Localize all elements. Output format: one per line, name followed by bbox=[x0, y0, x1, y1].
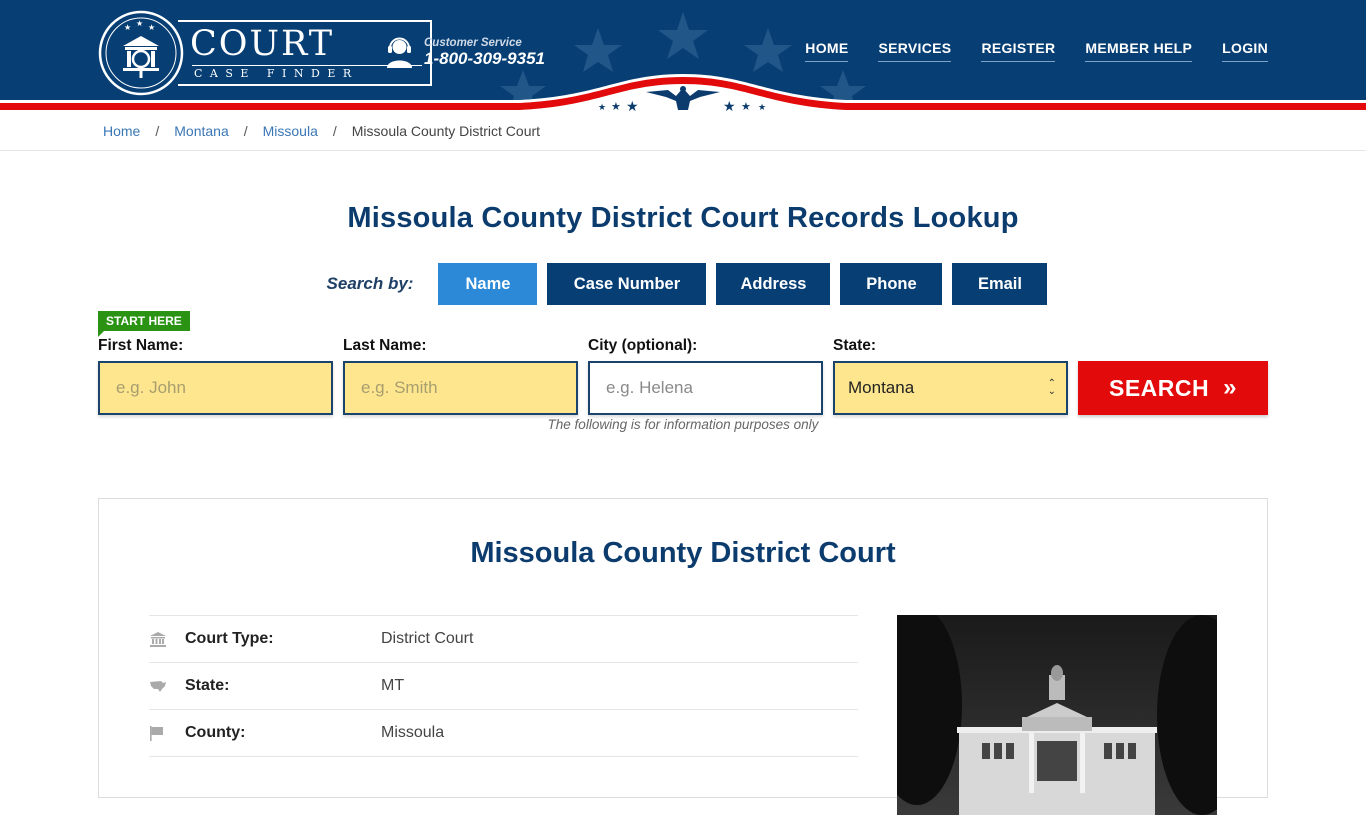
breadcrumb-state[interactable]: Montana bbox=[174, 123, 228, 139]
detail-value: District Court bbox=[381, 630, 474, 647]
courthouse-photo-image bbox=[897, 615, 1217, 815]
customer-service: Customer Service 1-800-309-9351 bbox=[386, 36, 545, 68]
nav-services[interactable]: SERVICES bbox=[878, 40, 952, 62]
flag-icon bbox=[149, 725, 185, 741]
site-logo[interactable]: ★ ★ ★ COURT CASE FINDER bbox=[98, 10, 432, 96]
detail-row-court-type: Court Type: District Court bbox=[149, 616, 858, 663]
breadcrumb-separator: / bbox=[243, 123, 248, 139]
detail-label: State: bbox=[185, 677, 230, 694]
svg-text:★: ★ bbox=[758, 103, 766, 112]
breadcrumb-separator: / bbox=[155, 123, 160, 139]
city-label: City (optional): bbox=[588, 337, 698, 354]
last-name-label: Last Name: bbox=[343, 337, 427, 354]
search-button[interactable]: SEARCH » bbox=[1078, 361, 1268, 415]
city-input[interactable]: e.g. Helena bbox=[588, 361, 823, 415]
tab-case-number[interactable]: Case Number bbox=[547, 263, 707, 305]
tab-name[interactable]: Name bbox=[438, 263, 538, 305]
detail-label: County: bbox=[185, 724, 246, 741]
detail-label: Court Type: bbox=[185, 630, 274, 647]
state-field-group: State: Montana ⌃ ⌄ bbox=[833, 337, 1068, 415]
start-here-badge: START HERE bbox=[98, 311, 190, 337]
customer-service-label: Customer Service bbox=[424, 37, 522, 49]
svg-text:★: ★ bbox=[148, 23, 155, 32]
svg-text:★: ★ bbox=[723, 99, 736, 112]
customer-service-phone[interactable]: 1-800-309-9351 bbox=[424, 50, 545, 68]
nav-login[interactable]: LOGIN bbox=[1222, 40, 1268, 62]
first-name-label: First Name: bbox=[98, 337, 184, 354]
detail-row-county: County: Missoula bbox=[149, 710, 858, 757]
detail-value: Missoula bbox=[381, 724, 445, 741]
courthouse-icon bbox=[149, 631, 185, 647]
last-name-field-group: Last Name: e.g. Smith bbox=[343, 337, 578, 415]
headset-agent-icon bbox=[387, 37, 412, 68]
usa-map-icon bbox=[149, 680, 185, 692]
court-details-list: Court Type: District Court State: MT Cou… bbox=[149, 615, 858, 757]
courthouse-photo bbox=[897, 615, 1217, 815]
detail-value: MT bbox=[381, 677, 405, 694]
detail-row-state: State: MT bbox=[149, 663, 858, 710]
svg-text:★: ★ bbox=[598, 103, 606, 112]
site-header: ★ ★ ★ ★ ★ ★ ★ ★ ★ COURT CASE FINDER Cust… bbox=[0, 0, 1366, 112]
nav-register[interactable]: REGISTER bbox=[981, 40, 1056, 62]
svg-text:★: ★ bbox=[124, 23, 131, 32]
last-name-input[interactable]: e.g. Smith bbox=[343, 361, 578, 415]
breadcrumb: Home / Montana / Missoula / Missoula Cou… bbox=[0, 112, 1366, 151]
tab-address[interactable]: Address bbox=[716, 263, 831, 305]
logo-sub-text: CASE FINDER bbox=[194, 67, 359, 80]
breadcrumb-county[interactable]: Missoula bbox=[263, 123, 318, 139]
court-info-card: Missoula County District Court Court Typ… bbox=[98, 498, 1268, 815]
search-button-label: SEARCH bbox=[1109, 374, 1210, 401]
tab-email[interactable]: Email bbox=[952, 263, 1048, 305]
court-title: Missoula County District Court bbox=[470, 537, 896, 569]
svg-text:★: ★ bbox=[741, 100, 751, 112]
logo-main-text: COURT bbox=[190, 24, 335, 64]
tab-phone[interactable]: Phone bbox=[840, 263, 943, 305]
state-select[interactable]: Montana ⌃ ⌄ bbox=[833, 361, 1068, 415]
breadcrumb-home[interactable]: Home bbox=[103, 123, 140, 139]
nav-member-help[interactable]: MEMBER HELP bbox=[1085, 40, 1193, 62]
main-nav: HOME SERVICES REGISTER MEMBER HELP LOGIN bbox=[775, 40, 1268, 62]
page-title: Missoula County District Court Records L… bbox=[347, 202, 1019, 234]
breadcrumb-current: Missoula County District Court bbox=[351, 123, 541, 139]
search-type-tabs: Search by: Name Case Number Address Phon… bbox=[0, 263, 1366, 305]
nav-home[interactable]: HOME bbox=[805, 40, 849, 62]
svg-text:★: ★ bbox=[626, 99, 639, 112]
svg-text:★: ★ bbox=[611, 100, 621, 112]
select-arrows-icon: ⌃ ⌄ bbox=[1047, 378, 1056, 397]
double-chevron-right-icon: » bbox=[1223, 374, 1237, 401]
svg-text:★: ★ bbox=[136, 19, 143, 28]
state-label: State: bbox=[833, 337, 877, 354]
city-field-group: City (optional): e.g. Helena bbox=[588, 337, 823, 415]
search-form: START HERE First Name: e.g. John Last Na… bbox=[98, 311, 1268, 423]
state-select-value: Montana bbox=[848, 378, 915, 397]
search-by-label: Search by: bbox=[326, 274, 414, 293]
breadcrumb-separator: / bbox=[332, 123, 337, 139]
first-name-input[interactable]: e.g. John bbox=[98, 361, 333, 415]
first-name-field-group: First Name: e.g. John bbox=[98, 337, 333, 415]
courthouse-seal-icon: ★ ★ ★ bbox=[98, 10, 184, 96]
